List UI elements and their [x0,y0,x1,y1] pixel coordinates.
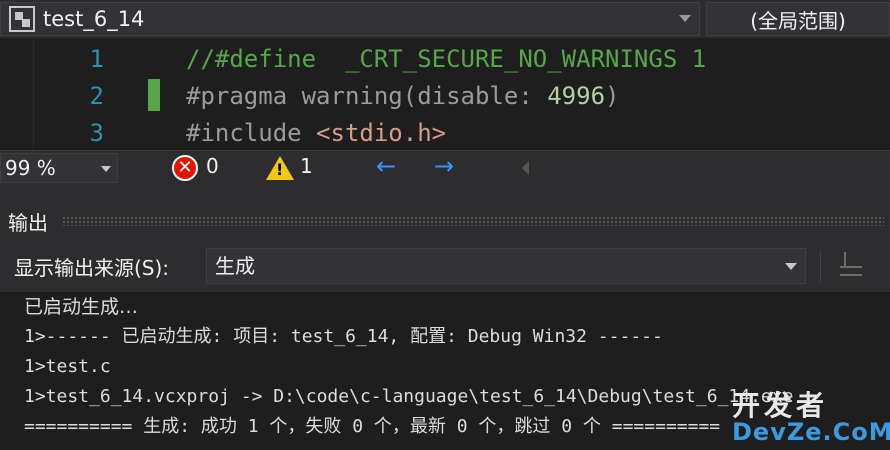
zoom-level: 99 % [5,156,56,180]
project-scope-label: test_6_14 [43,7,145,31]
watermark-logo: 开发者 DevZe.CoM [732,384,890,446]
number-literal: 4996 [547,81,606,110]
source-label: 显示输出来源(S): [14,255,170,280]
chevron-down-icon[interactable] [101,166,111,172]
scroll-left-icon[interactable] [522,161,529,175]
code-text: #pragma warning(disable: 4996) [186,82,619,110]
warning-count[interactable]: 1 [300,154,313,178]
chevron-down-icon[interactable] [785,263,797,270]
paren-close: ) [605,81,620,110]
warning-glyph: ! [276,160,284,179]
warning-icon[interactable]: ! [266,156,294,180]
line-number: 2 [89,81,104,110]
watermark-bottom: DevZe.CoM [732,418,890,446]
navigation-bar: test_6_14 (全局范围) [0,0,890,38]
output-line: 已启动生成… [24,296,139,318]
global-scope-dropdown[interactable]: (全局范围) [706,2,890,36]
toolbar-separator [820,250,821,282]
panel-title: 输出 [8,210,48,235]
code-editor[interactable]: 1 //#define _CRT_SECURE_NO_WARNINGS 1 2 … [34,38,890,150]
change-marker [148,79,160,111]
arrow-right-icon[interactable]: → [434,152,454,180]
clear-all-icon[interactable] [838,252,864,278]
chevron-down-icon[interactable] [679,15,691,22]
output-toolbar: 显示输出来源(S): 生成 [0,240,890,292]
error-icon[interactable]: ✕ [172,155,198,181]
editor-margin [0,38,34,150]
zoom-dropdown[interactable]: 99 % [0,153,118,183]
project-file-icon [9,6,35,32]
code-text: #include <stdio.h> [186,119,446,147]
preprocessor-text: #include [186,118,317,147]
output-source-select[interactable]: 生成 [206,248,806,284]
line-number: 3 [89,118,104,147]
editor-status-bar: 99 % ✕ 0 ! 1 ← → [0,150,890,184]
line-number: 1 [89,44,104,73]
output-line: 1>------ 已启动生成: 项目: test_6_14, 配置: Debug… [24,326,663,347]
error-count[interactable]: 0 [206,154,219,178]
include-path: <stdio.h> [316,118,447,147]
source-value: 生成 [215,254,255,278]
arrow-left-icon[interactable]: ← [376,152,396,180]
output-panel-header: 输出 [0,202,890,240]
preprocessor-text: #pragma warning(disable: [186,81,548,110]
panel-splitter[interactable] [0,184,890,202]
code-text: //#define _CRT_SECURE_NO_WARNINGS 1 [186,44,707,73]
output-line: 1>test.c [24,356,111,377]
drag-grip[interactable] [62,216,884,226]
project-scope-dropdown[interactable]: test_6_14 [0,2,700,36]
